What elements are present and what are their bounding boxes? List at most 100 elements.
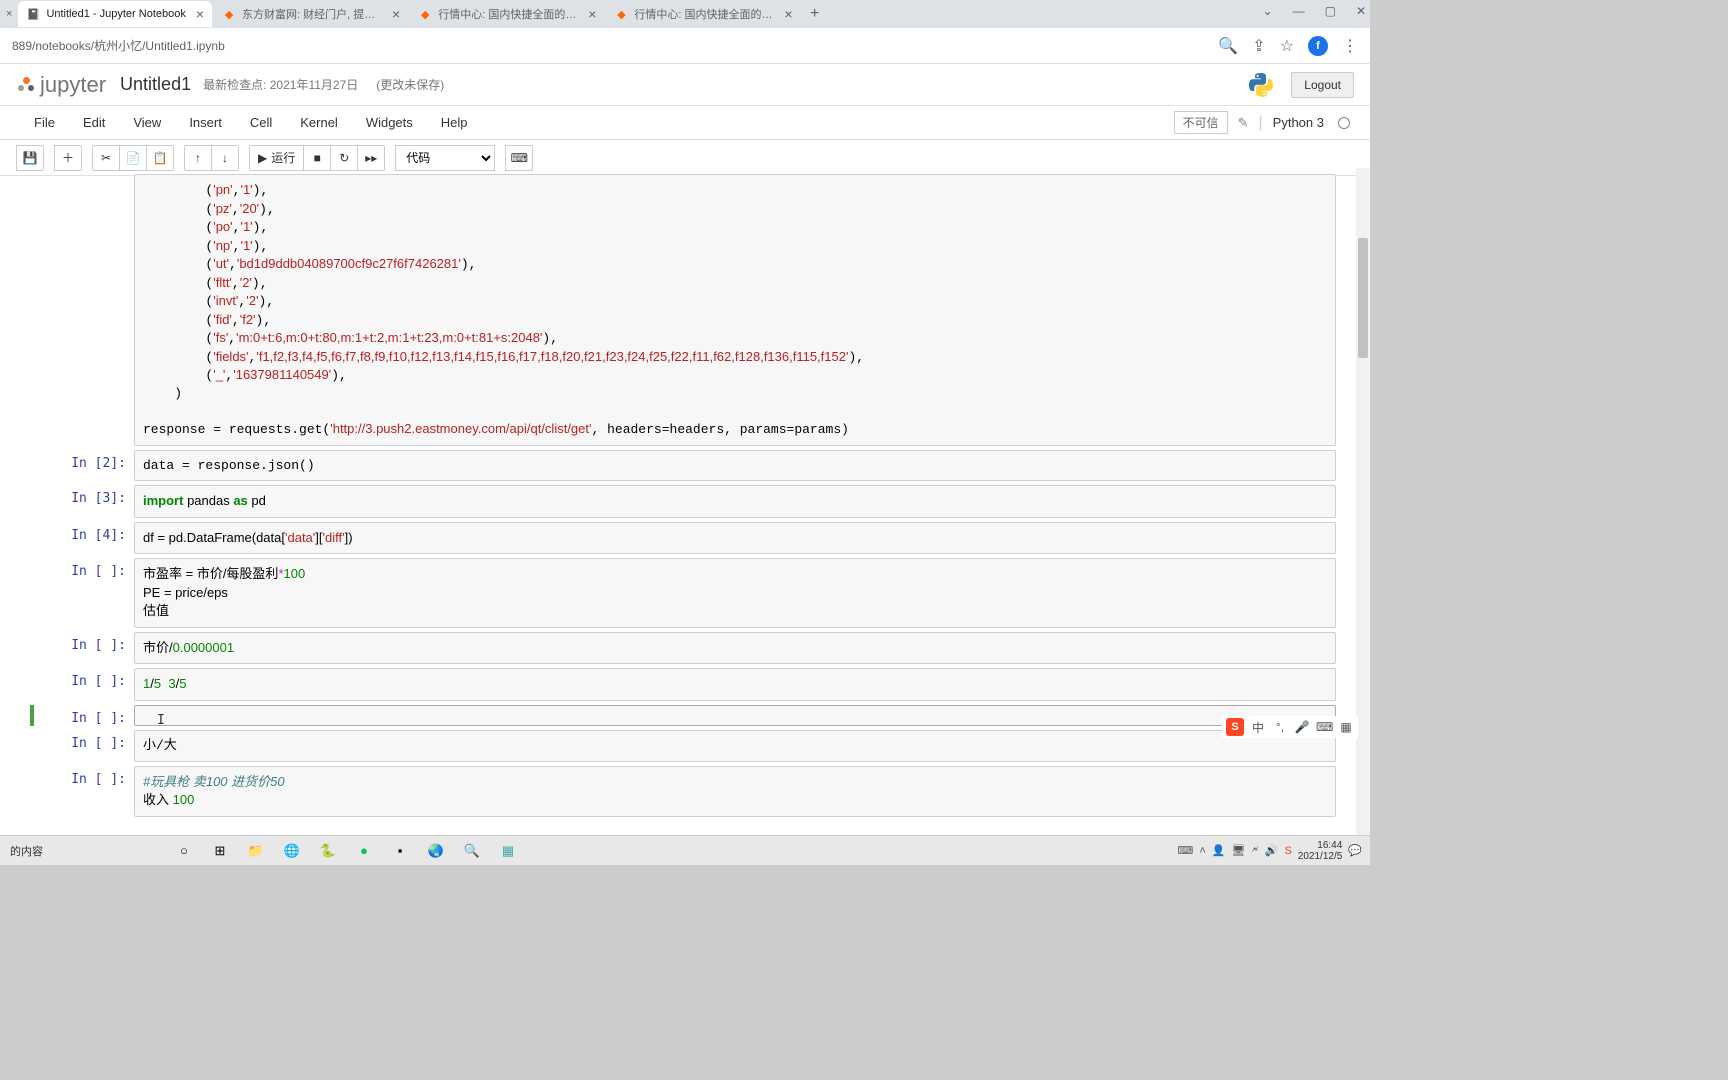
terminal-icon[interactable]: ▪ (389, 840, 411, 862)
tray-people-icon[interactable]: 👤 (1212, 844, 1226, 857)
code-input[interactable]: I (135, 706, 1335, 724)
tray-network-icon[interactable]: 🖥 (1231, 844, 1245, 857)
bookmark-icon[interactable]: ☆ (1280, 36, 1294, 56)
menu-widgets[interactable]: Widgets (352, 115, 427, 130)
app-icon[interactable]: ▦ (497, 840, 519, 862)
code-input[interactable]: ('pn','1'), ('pz','20'), ('po','1'), ('n… (135, 175, 1335, 445)
url-text[interactable]: 889/notebooks/杭州小忆/Untitled1.ipynb (12, 37, 225, 54)
code-cell[interactable]: In [3]: import pandas as pd (34, 485, 1336, 518)
close-icon[interactable]: × (392, 6, 400, 22)
browser-ie-icon[interactable]: 🌏 (425, 840, 447, 862)
browser-tab-3[interactable]: ◆ 行情中心: 国内快捷全面的股票... × (606, 1, 800, 27)
kebab-menu-icon[interactable]: ⋮ (1342, 36, 1358, 56)
run-button[interactable]: ▶ 运行 (249, 145, 304, 171)
ime-punct-icon[interactable]: °, (1272, 720, 1288, 734)
maximize-icon[interactable]: ▢ (1325, 4, 1336, 18)
code-input[interactable]: data = response.json() (135, 451, 1335, 481)
celltype-select[interactable]: 代码 (395, 145, 495, 171)
tab-label: 东方财富网: 财经门户, 提供专... (242, 6, 382, 22)
paste-button[interactable]: 📋 (146, 145, 174, 171)
site-icon: ◆ (222, 7, 236, 21)
menu-edit[interactable]: Edit (69, 115, 119, 130)
restart-run-button[interactable]: ▸▸ (357, 145, 385, 171)
jupyter-logo[interactable]: jupyter (16, 72, 106, 98)
chrome-icon[interactable]: 🌐 (281, 840, 303, 862)
profile-avatar[interactable]: f (1308, 36, 1328, 56)
explorer-icon[interactable]: 📁 (245, 840, 267, 862)
move-down-button[interactable]: ↓ (211, 145, 239, 171)
tray-battery-icon[interactable]: 🗲 (1251, 844, 1258, 857)
new-tab-button[interactable]: + (803, 2, 827, 26)
code-cell[interactable]: In [ ]: 1/5 3/5 (34, 668, 1336, 701)
logout-button[interactable]: Logout (1291, 72, 1354, 98)
code-input[interactable]: 1/5 3/5 (135, 669, 1335, 700)
tray-notifications-icon[interactable]: 💬 (1348, 844, 1362, 857)
wechat-icon[interactable]: ● (353, 840, 375, 862)
trust-badge[interactable]: 不可信 (1174, 111, 1228, 134)
ime-grid-icon[interactable]: ▦ (1338, 720, 1354, 734)
menu-cell[interactable]: Cell (236, 115, 286, 130)
pencil-icon[interactable]: ✎ (1238, 115, 1249, 131)
move-up-button[interactable]: ↑ (184, 145, 212, 171)
notebook-area[interactable]: ('pn','1'), ('pz','20'), ('po','1'), ('n… (0, 168, 1370, 865)
sogou-icon[interactable]: S (1226, 718, 1244, 736)
share-icon[interactable]: ⇪ (1252, 36, 1265, 56)
menu-help[interactable]: Help (427, 115, 482, 130)
browser-tab-1[interactable]: ◆ 东方财富网: 财经门户, 提供专... × (214, 1, 408, 27)
vertical-scrollbar[interactable] (1356, 168, 1370, 835)
close-icon[interactable]: × (196, 6, 204, 22)
code-cell[interactable]: In [ ]: #玩具枪 卖100 进货价50 收入 100 (34, 766, 1336, 817)
interrupt-button[interactable]: ■ (303, 145, 331, 171)
command-palette-button[interactable]: ⌨ (505, 145, 533, 171)
restart-button[interactable]: ↻ (330, 145, 358, 171)
menu-kernel[interactable]: Kernel (286, 115, 352, 130)
minimize-icon[interactable]: — (1293, 4, 1305, 18)
kernel-name[interactable]: Python 3 (1273, 115, 1324, 130)
tray-keyboard-icon[interactable]: ⌨ (1177, 844, 1193, 857)
add-cell-button[interactable]: ＋ (54, 145, 82, 171)
ime-lang[interactable]: 中 (1250, 719, 1266, 736)
taskview-icon[interactable]: ⊞ (209, 840, 231, 862)
menu-file[interactable]: File (20, 115, 69, 130)
close-window-icon[interactable]: ✕ (1356, 4, 1366, 18)
tray-sogou-icon[interactable]: S (1284, 845, 1291, 857)
code-cell[interactable]: In [ ]: 市盈率 = 市价/每股盈利*100 PE = price/eps… (34, 558, 1336, 628)
cell-prompt (34, 174, 134, 446)
code-cell[interactable]: In [ ]: 市价/0.0000001 (34, 632, 1336, 665)
code-input[interactable]: 市盈率 = 市价/每股盈利*100 PE = price/eps 估值 (135, 559, 1335, 627)
menu-insert[interactable]: Insert (175, 115, 236, 130)
copy-button[interactable]: 📄 (119, 145, 147, 171)
close-icon[interactable]: × (588, 6, 596, 22)
zoom-icon[interactable]: 🔍 (1218, 36, 1238, 56)
code-cell[interactable]: In [ ]: 小/大 (34, 730, 1336, 762)
code-input[interactable]: df = pd.DataFrame(data['data']['diff']) (135, 523, 1335, 554)
scrollbar-thumb[interactable] (1358, 238, 1368, 358)
code-input[interactable]: import pandas as pd (135, 486, 1335, 517)
code-cell[interactable]: In [4]: df = pd.DataFrame(data['data']['… (34, 522, 1336, 555)
ime-toolbar[interactable]: S 中 °, 🎤 ⌨ ▦ (1222, 716, 1358, 738)
ime-keyboard-icon[interactable]: ⌨ (1316, 720, 1332, 734)
clock[interactable]: 16:44 2021/12/5 (1298, 840, 1343, 862)
code-cell[interactable]: ('pn','1'), ('pz','20'), ('po','1'), ('n… (34, 174, 1336, 446)
kernel-indicator-icon (1338, 117, 1350, 129)
code-input[interactable]: #玩具枪 卖100 进货价50 收入 100 (135, 767, 1335, 816)
code-input[interactable]: 小/大 (135, 731, 1335, 761)
code-cell[interactable]: In [2]: data = response.json() (34, 450, 1336, 482)
code-input[interactable]: 市价/0.0000001 (135, 633, 1335, 664)
menu-view[interactable]: View (119, 115, 175, 130)
tray-chevron-up-icon[interactable]: ˄ (1199, 845, 1205, 857)
browser-tab-0[interactable]: 📓 Untitled1 - Jupyter Notebook × (18, 1, 212, 27)
tab-close-leading[interactable]: × (2, 1, 16, 27)
cut-button[interactable]: ✂ (92, 145, 120, 171)
everything-icon[interactable]: 🔍 (461, 840, 483, 862)
browser-tab-2[interactable]: ◆ 行情中心: 国内快捷全面的股票... × (410, 1, 604, 27)
ime-mic-icon[interactable]: 🎤 (1294, 720, 1310, 734)
save-button[interactable]: 💾 (16, 145, 44, 171)
notebook-title[interactable]: Untitled1 (120, 74, 191, 95)
cortana-icon[interactable]: ○ (173, 840, 195, 862)
code-cell-selected[interactable]: In [ ]: I (30, 705, 1336, 726)
chevron-down-icon[interactable]: ⌄ (1263, 4, 1273, 18)
tray-volume-icon[interactable]: 🔊 (1265, 844, 1279, 857)
close-icon[interactable]: × (784, 6, 792, 22)
pycharm-icon[interactable]: 🐍 (317, 840, 339, 862)
